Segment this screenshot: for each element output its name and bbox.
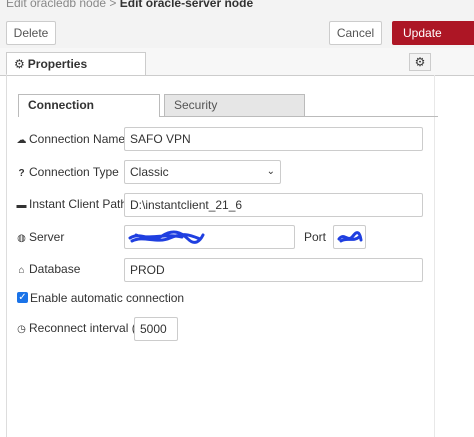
port-label: Port [304, 230, 327, 244]
home-icon: ⌂ [18, 265, 25, 276]
tab-connection[interactable]: Connection [18, 94, 160, 117]
breadcrumb-current: Edit oracle-server node [119, 0, 254, 10]
connection-name-input[interactable]: SAFO VPN [124, 127, 423, 151]
check-icon: ✓ [18, 292, 27, 303]
tab-properties-label: Properties [27, 57, 88, 71]
delete-button[interactable]: Delete [6, 21, 56, 45]
auto-connect-checkbox[interactable]: ✓ [17, 292, 28, 303]
breadcrumb-parent[interactable]: Edit oracledb node > [6, 0, 120, 10]
server-label: ◍ Server [17, 230, 65, 244]
connection-type-label: ? Connection Type [16, 165, 118, 181]
clock-icon: ◷ [17, 324, 26, 335]
reconnect-interval-input[interactable]: 5000 [134, 317, 178, 341]
cloud-icon: ☁ [16, 135, 27, 146]
tray-header: Edit oracledb node > Edit oracle-server … [0, 0, 474, 49]
properties-tab-bar: ⚙ Properties ⚙ [0, 48, 474, 76]
settings-gear-button[interactable]: ⚙ [409, 53, 431, 71]
connection-type-select[interactable]: Classic ⌄ [124, 160, 281, 184]
question-icon: ? [18, 168, 25, 179]
tab-security[interactable]: Security [164, 94, 305, 117]
database-label: ⌂ Database [16, 262, 80, 278]
database-input[interactable]: PROD [124, 258, 423, 282]
redaction-scribble [128, 230, 205, 244]
redaction-scribble [337, 231, 363, 243]
panel-border [6, 74, 7, 437]
breadcrumb: Edit oracledb node > Edit oracle-server … [6, 0, 253, 10]
globe-icon: ◍ [17, 233, 26, 244]
update-button[interactable]: Update [392, 21, 474, 45]
config-tabs: Connection Security [18, 94, 438, 117]
chevron-down-icon: ⌄ [266, 166, 275, 177]
tab-properties[interactable]: ⚙ Properties [6, 52, 146, 75]
instant-client-path-label: ▬ Instant Client Path [16, 197, 128, 211]
gear-icon: ⚙ [14, 57, 25, 71]
gear-icon: ⚙ [414, 55, 426, 69]
panel-divider [434, 75, 435, 437]
instant-client-path-input[interactable]: D:\instantclient_21_6 [124, 193, 423, 217]
cancel-button[interactable]: Cancel [329, 21, 382, 45]
auto-connect-label: Enable automatic connection [30, 291, 185, 305]
folder-icon: ▬ [16, 200, 27, 211]
connection-name-label: ☁ Connection Name [16, 132, 126, 146]
